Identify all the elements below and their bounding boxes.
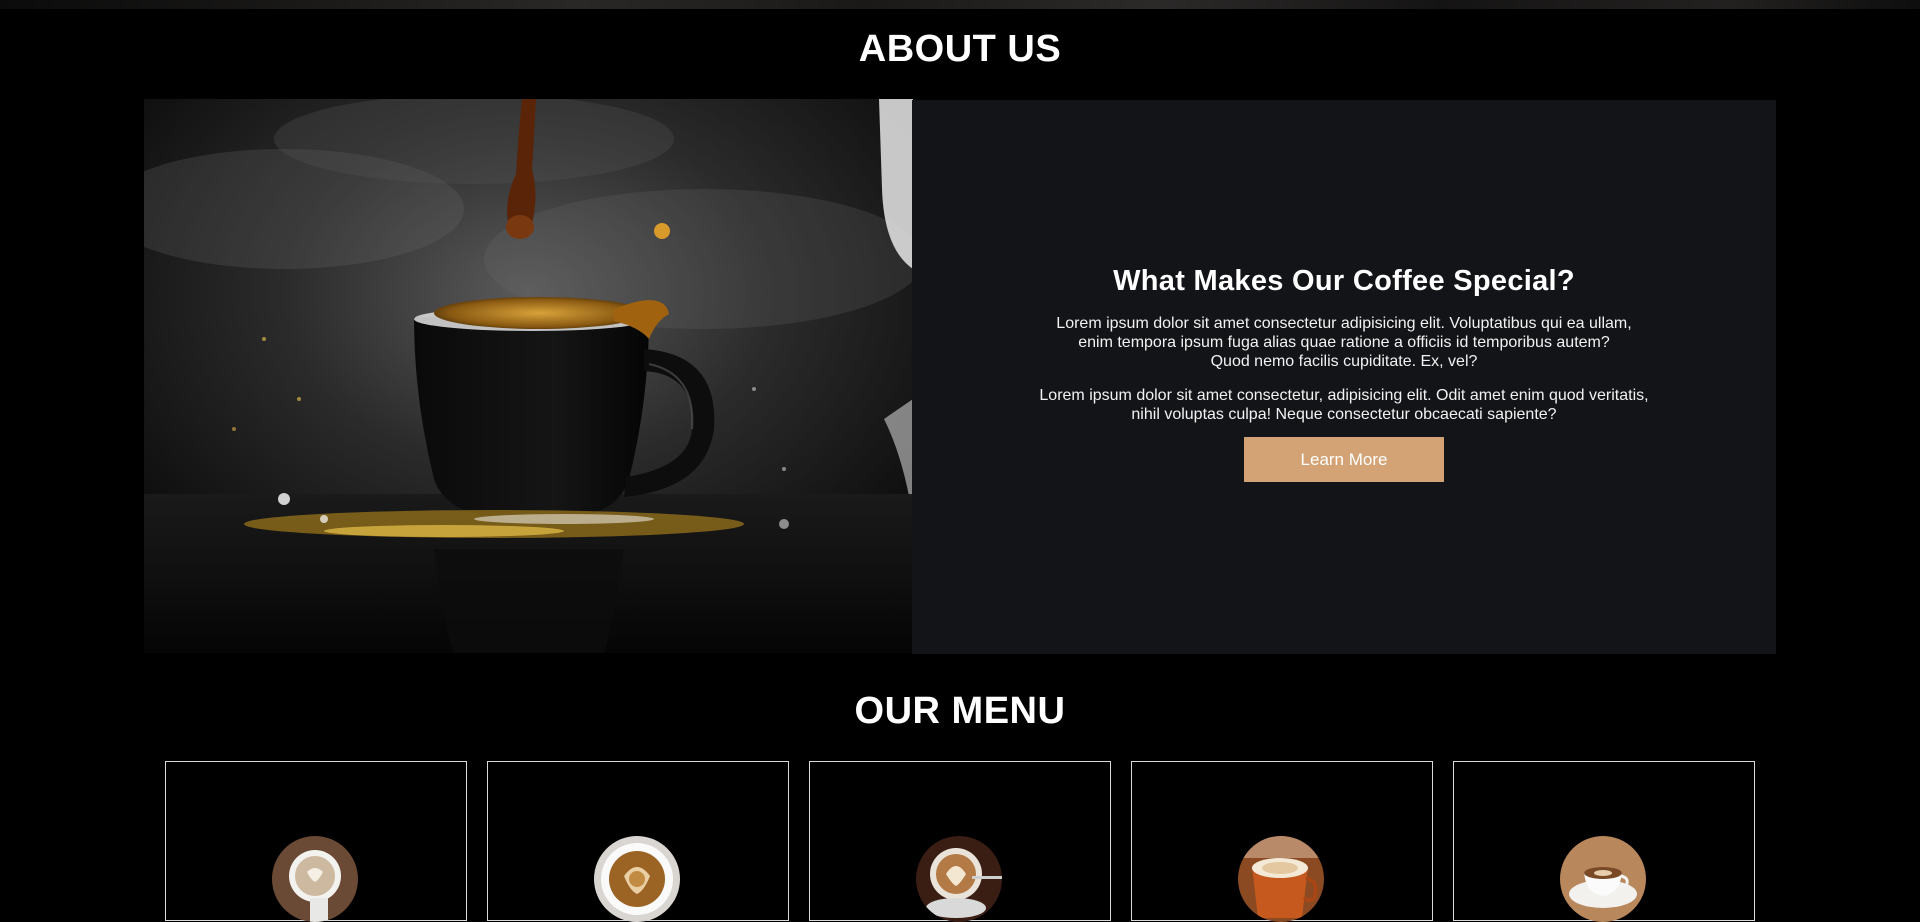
menu-card[interactable] [487, 761, 789, 922]
about-paragraph-2-line: Lorem ipsum dolor sit amet consectetur, … [1039, 387, 1649, 404]
learn-more-button[interactable]: Learn More [1244, 437, 1444, 482]
coffee-splash-image [144, 99, 913, 653]
latte-cup-photo [272, 836, 358, 922]
menu-card[interactable] [1131, 761, 1433, 922]
cappuccino-mug-photo [1238, 836, 1324, 922]
menu-card[interactable] [165, 761, 467, 922]
about-heading: What Makes Our Coffee Special? [1113, 265, 1575, 297]
cappuccino-top-photo [594, 836, 680, 922]
about-paragraph-1-line: Lorem ipsum dolor sit amet consectetur a… [1056, 315, 1632, 332]
about-paragraph-1-line: enim tempora ipsum fuga alias quae ratio… [1078, 334, 1610, 351]
about-content-panel: What Makes Our Coffee Special? Lorem ips… [912, 100, 1776, 654]
menu-card[interactable] [1453, 761, 1755, 922]
about-content: What Makes Our Coffee Special? Lorem ips… [912, 265, 1776, 482]
about-paragraph-2-line: nihil voluptas culpa! Neque consectetur … [1131, 406, 1557, 423]
menu-card[interactable] [809, 761, 1111, 922]
about-paragraph-1: Lorem ipsum dolor sit amet consectetur a… [912, 314, 1776, 371]
about-paragraph-1-line: Quod nemo facilis cupiditate. Ex, vel? [1210, 353, 1478, 370]
hero-image-bottom-edge [0, 0, 1920, 9]
about-title: ABOUT US [858, 28, 1062, 70]
coffee-saucer-photo [1560, 836, 1646, 922]
latte-art-photo [916, 836, 1002, 922]
about-paragraph-2: Lorem ipsum dolor sit amet consectetur, … [912, 386, 1776, 424]
menu-title: OUR MENU [854, 690, 1066, 732]
